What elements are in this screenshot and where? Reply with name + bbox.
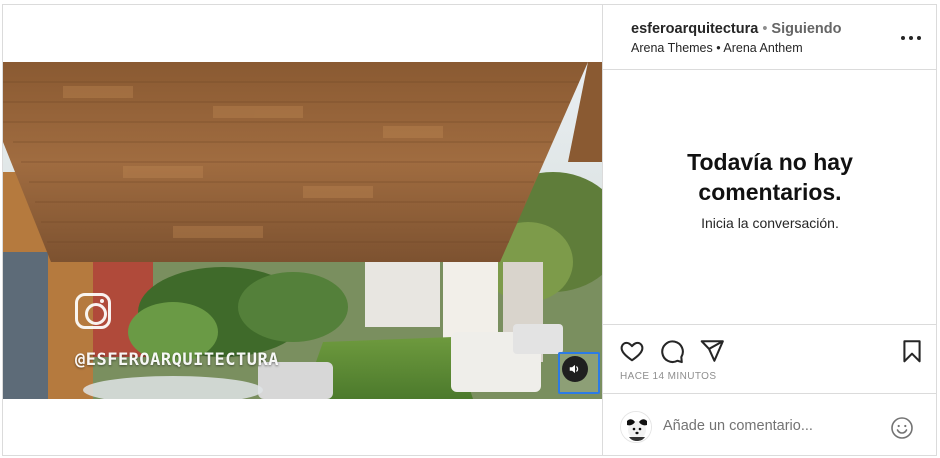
emoji-icon[interactable] (890, 416, 914, 440)
comment-composer (603, 393, 937, 455)
more-options-icon[interactable] (901, 28, 921, 48)
audio-attribution[interactable]: Arena Themes • Arena Anthem (631, 41, 803, 55)
post-dialog: @ESFEROARQUITECTURA esferoarquitectura • S… (2, 4, 937, 456)
comment-icon[interactable] (659, 338, 685, 364)
share-icon[interactable] (699, 338, 725, 364)
bookmark-icon[interactable] (899, 338, 925, 364)
post-info-panel: esferoarquitectura • Siguiendo Arena Theme… (602, 5, 937, 455)
follow-status-button[interactable]: Siguiendo (771, 21, 841, 37)
post-header: esferoarquitectura • Siguiendo Arena Theme… (603, 5, 937, 70)
post-author-line: esferoarquitectura • Siguiendo (631, 21, 842, 37)
instagram-logo-icon (75, 293, 111, 329)
author-username[interactable]: esferoarquitectura (631, 21, 758, 37)
media-area: @ESFEROARQUITECTURA (3, 5, 602, 455)
video-watermark: @ESFEROARQUITECTURA (75, 350, 279, 370)
comment-input[interactable] (663, 414, 878, 438)
volume-button[interactable] (558, 352, 600, 394)
action-bar: HACE 14 MINUTOS (603, 324, 937, 392)
video-frame (3, 62, 602, 399)
comments-empty-state: Todavía no hay comentarios. Inicia la co… (603, 71, 937, 323)
empty-comments-title: Todavía no hay comentarios. (687, 149, 853, 205)
empty-comments-subtitle: Inicia la conversación. (701, 215, 839, 231)
volume-icon (562, 356, 588, 382)
post-video[interactable]: @ESFEROARQUITECTURA (3, 62, 602, 399)
avatar (620, 411, 652, 443)
separator-dot: • (762, 21, 768, 37)
post-timestamp[interactable]: HACE 14 MINUTOS (620, 371, 716, 382)
heart-icon[interactable] (619, 338, 645, 364)
